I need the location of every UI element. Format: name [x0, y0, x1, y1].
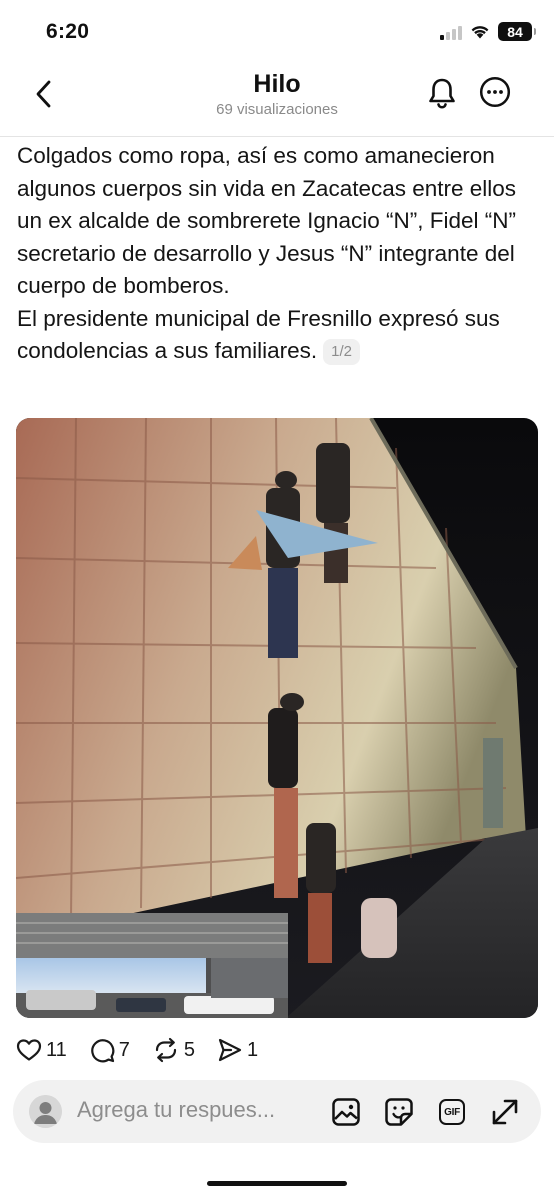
bell-icon: [429, 78, 455, 109]
share-count: 1: [247, 1038, 259, 1061]
status-bar: 6:20 84: [0, 0, 554, 62]
post-body: Colgados como ropa, así es como amanecie…: [17, 140, 542, 368]
sticker-button[interactable]: [382, 1095, 416, 1129]
page-title: Hilo: [253, 70, 301, 98]
heart-icon: [16, 1039, 42, 1061]
home-indicator: [207, 1181, 347, 1186]
title-block: Hilo 69 visualizaciones: [0, 70, 554, 118]
share-button[interactable]: 1: [217, 1037, 258, 1063]
post-paragraph-text: El presidente municipal de Fresnillo exp…: [17, 305, 500, 364]
wifi-icon: [471, 26, 489, 39]
gif-button[interactable]: GIF: [435, 1095, 469, 1129]
like-count: 11: [46, 1038, 67, 1061]
gif-icon: GIF: [439, 1099, 465, 1125]
status-icons: 84: [440, 22, 536, 41]
thread-header: Hilo 69 visualizaciones: [0, 62, 554, 137]
reply-input[interactable]: Agrega tu respues...: [77, 1097, 275, 1123]
attach-image-button[interactable]: [329, 1095, 363, 1129]
sticker-icon: [385, 1098, 413, 1126]
repost-button[interactable]: 5: [152, 1037, 195, 1063]
status-time: 6:20: [46, 20, 90, 43]
repost-icon: [155, 1037, 176, 1063]
post-paragraph: Colgados como ropa, así es como amanecie…: [17, 143, 517, 298]
cellular-signal-icon: [440, 24, 462, 40]
comment-icon: [91, 1039, 115, 1063]
page-indicator-badge[interactable]: 1/2: [323, 339, 361, 365]
more-circle-icon: [479, 76, 511, 108]
reply-bar: Agrega tu respues... GIF: [13, 1080, 541, 1143]
avatar: [29, 1095, 62, 1128]
notifications-button[interactable]: [424, 74, 460, 112]
repost-count: 5: [183, 1038, 196, 1061]
post-actions: 11 7 5 1: [16, 1034, 280, 1066]
like-button[interactable]: 11: [16, 1038, 67, 1062]
battery-level: 84: [507, 23, 523, 40]
expand-button[interactable]: [488, 1095, 522, 1129]
expand-icon: [492, 1099, 518, 1125]
gif-label: GIF: [444, 1106, 460, 1118]
user-avatar-icon: [29, 1095, 62, 1128]
reply-count: 7: [118, 1038, 130, 1061]
send-icon: [218, 1038, 242, 1062]
reply-button[interactable]: 7: [89, 1037, 130, 1063]
post-paragraph: El presidente municipal de Fresnillo exp…: [17, 303, 542, 368]
view-count: 69 visualizaciones: [216, 101, 338, 118]
post-image[interactable]: [16, 418, 538, 1018]
image-icon: [332, 1098, 360, 1126]
battery-icon: 84: [498, 22, 536, 41]
more-options-button[interactable]: [478, 75, 512, 109]
